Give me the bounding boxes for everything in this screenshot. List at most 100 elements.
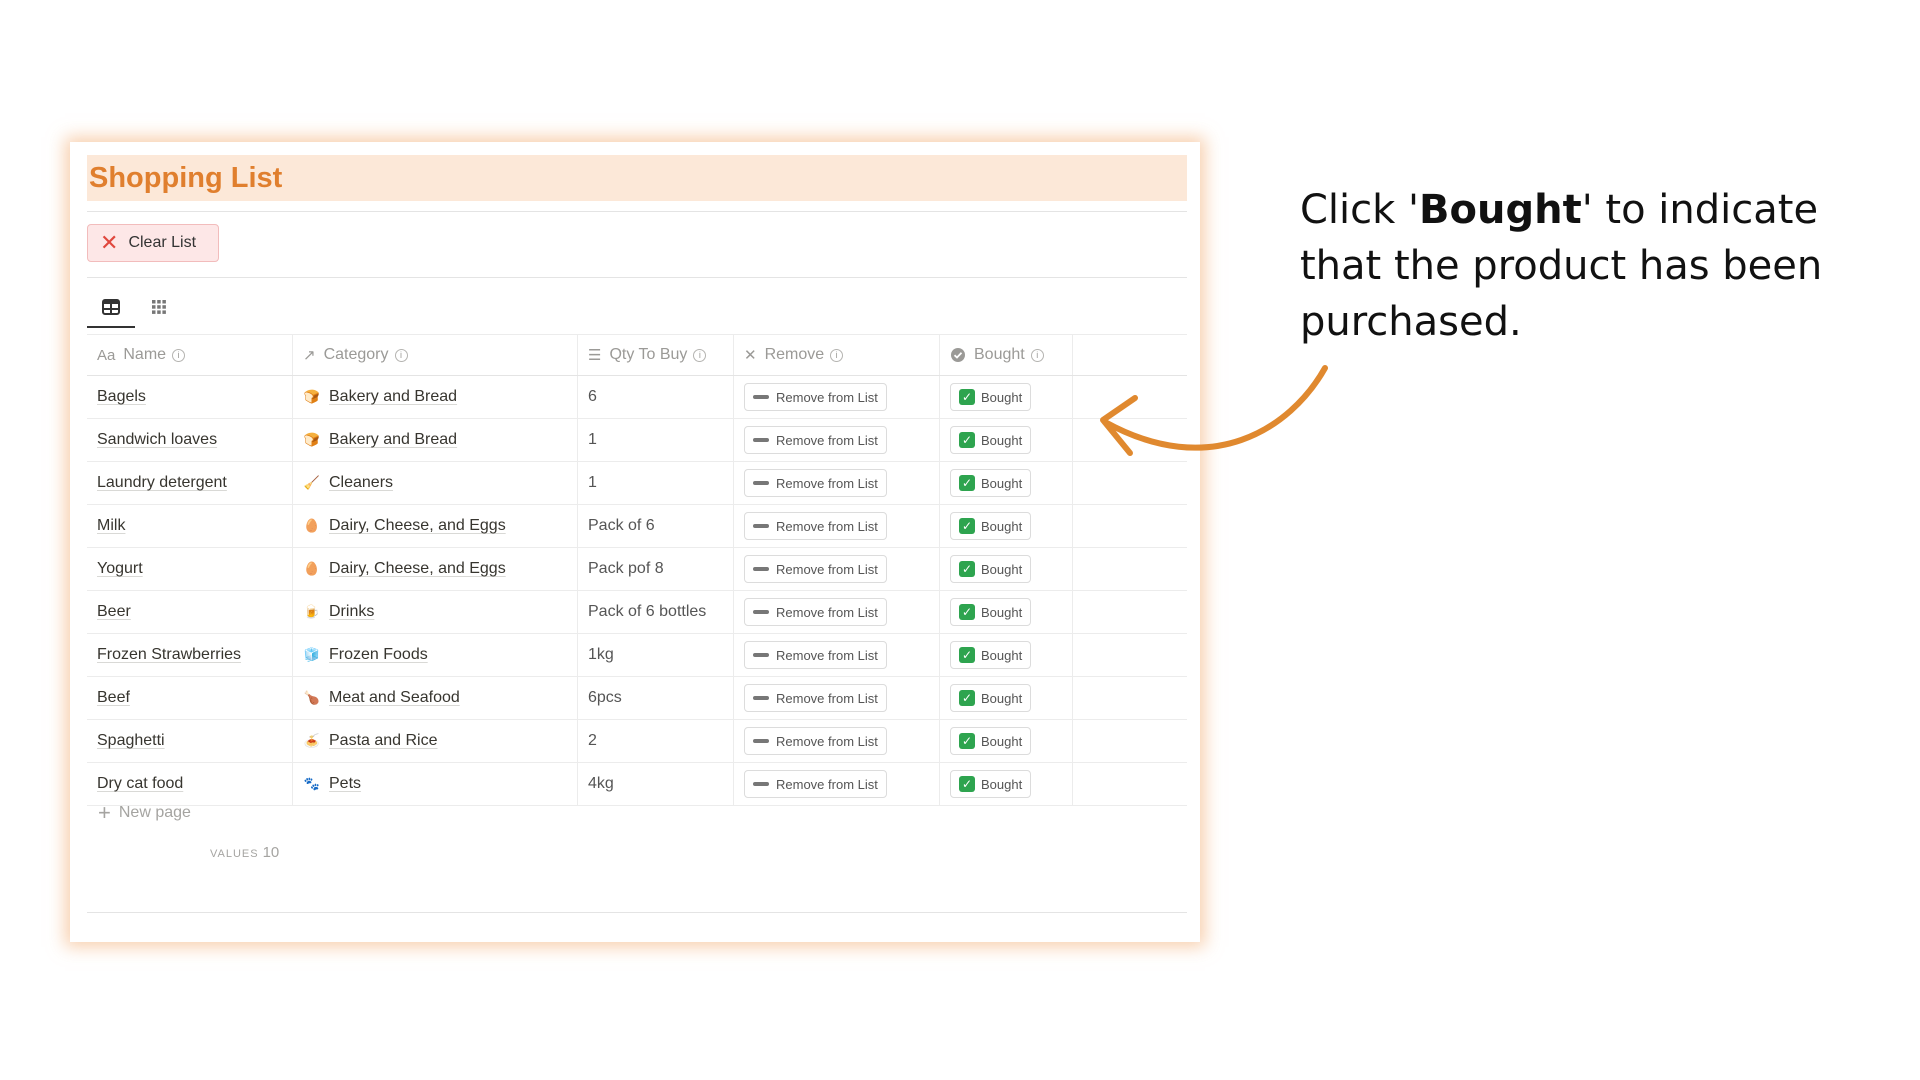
remove-cell: Remove from List [734, 419, 940, 461]
remove-from-list-button[interactable]: Remove from List [744, 512, 887, 540]
category-link[interactable]: Frozen Foods [329, 646, 428, 664]
qty-cell[interactable]: 6pcs [578, 677, 734, 719]
category-cell[interactable]: 🐾 Pets [293, 763, 578, 805]
remove-from-list-button[interactable]: Remove from List [744, 555, 887, 583]
column-header-qty[interactable]: ☰ Qty To Buy i [578, 335, 734, 375]
category-cell[interactable]: 🍺 Drinks [293, 591, 578, 633]
category-cell[interactable]: 🥚 Dairy, Cheese, and Eggs [293, 548, 578, 590]
clear-list-button[interactable]: ✕ Clear List [87, 224, 219, 262]
column-header-remove[interactable]: ✕ Remove i [734, 335, 940, 375]
qty-cell[interactable]: 4kg [578, 763, 734, 805]
category-cell[interactable]: 🥚 Dairy, Cheese, and Eggs [293, 505, 578, 547]
column-header-bought[interactable]: Bought i [940, 335, 1073, 375]
category-link[interactable]: Bakery and Bread [329, 431, 457, 449]
relation-arrow-icon: ↗ [303, 347, 316, 364]
new-page-button[interactable]: + New page [98, 802, 191, 824]
bought-button[interactable]: ✓ Bought [950, 684, 1032, 712]
category-cell[interactable]: 🧹 Cleaners [293, 462, 578, 504]
category-link[interactable]: Dairy, Cheese, and Eggs [329, 517, 506, 535]
remove-label: Remove from List [776, 690, 878, 706]
item-name[interactable]: Beer [97, 603, 131, 621]
item-name[interactable]: Beef [97, 689, 130, 707]
bought-cell: ✓ Bought [940, 720, 1073, 762]
category-emoji-icon: 🍞 [303, 432, 321, 447]
remove-from-list-button[interactable]: Remove from List [744, 469, 887, 497]
qty-cell[interactable]: 1 [578, 419, 734, 461]
item-name[interactable]: Frozen Strawberries [97, 646, 241, 664]
category-link[interactable]: Dairy, Cheese, and Eggs [329, 560, 506, 578]
item-name[interactable]: Milk [97, 517, 125, 535]
table-view-tab[interactable] [87, 288, 135, 328]
bought-button[interactable]: ✓ Bought [950, 512, 1032, 540]
qty-cell[interactable]: 1 [578, 462, 734, 504]
category-cell[interactable]: 🍞 Bakery and Bread [293, 419, 578, 461]
minus-icon [753, 782, 769, 786]
name-cell[interactable]: Yogurt [87, 548, 293, 590]
remove-label: Remove from List [776, 733, 878, 749]
name-cell[interactable]: Milk [87, 505, 293, 547]
item-name[interactable]: Bagels [97, 388, 146, 406]
qty-cell[interactable]: Pack of 6 [578, 505, 734, 547]
name-cell[interactable]: Beef [87, 677, 293, 719]
category-cell[interactable]: 🍗 Meat and Seafood [293, 677, 578, 719]
bought-label: Bought [981, 475, 1023, 491]
category-cell[interactable]: 🍝 Pasta and Rice [293, 720, 578, 762]
name-cell[interactable]: Laundry detergent [87, 462, 293, 504]
clear-list-label: Clear List [128, 234, 197, 251]
column-header-category[interactable]: ↗ Category i [293, 335, 578, 375]
bought-button[interactable]: ✓ Bought [950, 770, 1032, 798]
item-name[interactable]: Laundry detergent [97, 474, 227, 492]
qty-cell[interactable]: Pack of 6 bottles [578, 591, 734, 633]
table-row: Beef 🍗 Meat and Seafood 6pcs Remove from Lis… [87, 677, 1187, 720]
name-cell[interactable]: Beer [87, 591, 293, 633]
bought-label: Bought [981, 690, 1023, 706]
bought-cell: ✓ Bought [940, 419, 1073, 461]
name-cell[interactable]: Frozen Strawberries [87, 634, 293, 676]
category-link[interactable]: Drinks [329, 603, 374, 621]
remove-from-list-button[interactable]: Remove from List [744, 727, 887, 755]
table-row: Milk 🥚 Dairy, Cheese, and Eggs Pack of 6 Rem… [87, 505, 1187, 548]
name-cell[interactable]: Dry cat food [87, 763, 293, 805]
qty-cell[interactable]: Pack pof 8 [578, 548, 734, 590]
remove-from-list-button[interactable]: Remove from List [744, 383, 887, 411]
text-lines-icon: ☰ [588, 347, 602, 364]
item-name[interactable]: Yogurt [97, 560, 143, 578]
column-header-name[interactable]: Aa Name i [87, 335, 293, 375]
name-cell[interactable]: Sandwich loaves [87, 419, 293, 461]
category-cell[interactable]: 🍞 Bakery and Bread [293, 376, 578, 418]
category-link[interactable]: Pets [329, 775, 361, 793]
remove-cell: Remove from List [734, 763, 940, 805]
category-link[interactable]: Meat and Seafood [329, 689, 460, 707]
item-name[interactable]: Spaghetti [97, 732, 165, 750]
remove-from-list-button[interactable]: Remove from List [744, 598, 887, 626]
bought-label: Bought [981, 733, 1023, 749]
bought-button[interactable]: ✓ Bought [950, 641, 1032, 669]
qty-cell[interactable]: 2 [578, 720, 734, 762]
shopping-list-card: Shopping List ✕ Clear List Aa Name i ↗ C… [70, 142, 1200, 942]
qty-cell[interactable]: 1kg [578, 634, 734, 676]
bought-button[interactable]: ✓ Bought [950, 598, 1032, 626]
gallery-view-tab[interactable] [135, 288, 183, 326]
qty-cell[interactable]: 6 [578, 376, 734, 418]
bought-label: Bought [981, 776, 1023, 792]
category-emoji-icon: 🍞 [303, 389, 321, 404]
category-link[interactable]: Cleaners [329, 474, 393, 492]
bought-button[interactable]: ✓ Bought [950, 555, 1032, 583]
name-cell[interactable]: Bagels [87, 376, 293, 418]
bought-button[interactable]: ✓ Bought [950, 383, 1032, 411]
checkbox-icon: ✓ [959, 561, 975, 577]
category-link[interactable]: Pasta and Rice [329, 732, 438, 750]
remove-from-list-button[interactable]: Remove from List [744, 684, 887, 712]
remove-from-list-button[interactable]: Remove from List [744, 426, 887, 454]
bought-button[interactable]: ✓ Bought [950, 426, 1032, 454]
category-link[interactable]: Bakery and Bread [329, 388, 457, 406]
name-cell[interactable]: Spaghetti [87, 720, 293, 762]
divider [87, 211, 1187, 212]
remove-from-list-button[interactable]: Remove from List [744, 641, 887, 669]
bought-button[interactable]: ✓ Bought [950, 727, 1032, 755]
item-name[interactable]: Sandwich loaves [97, 431, 217, 449]
category-cell[interactable]: 🧊 Frozen Foods [293, 634, 578, 676]
remove-from-list-button[interactable]: Remove from List [744, 770, 887, 798]
bought-button[interactable]: ✓ Bought [950, 469, 1032, 497]
item-name[interactable]: Dry cat food [97, 775, 183, 793]
